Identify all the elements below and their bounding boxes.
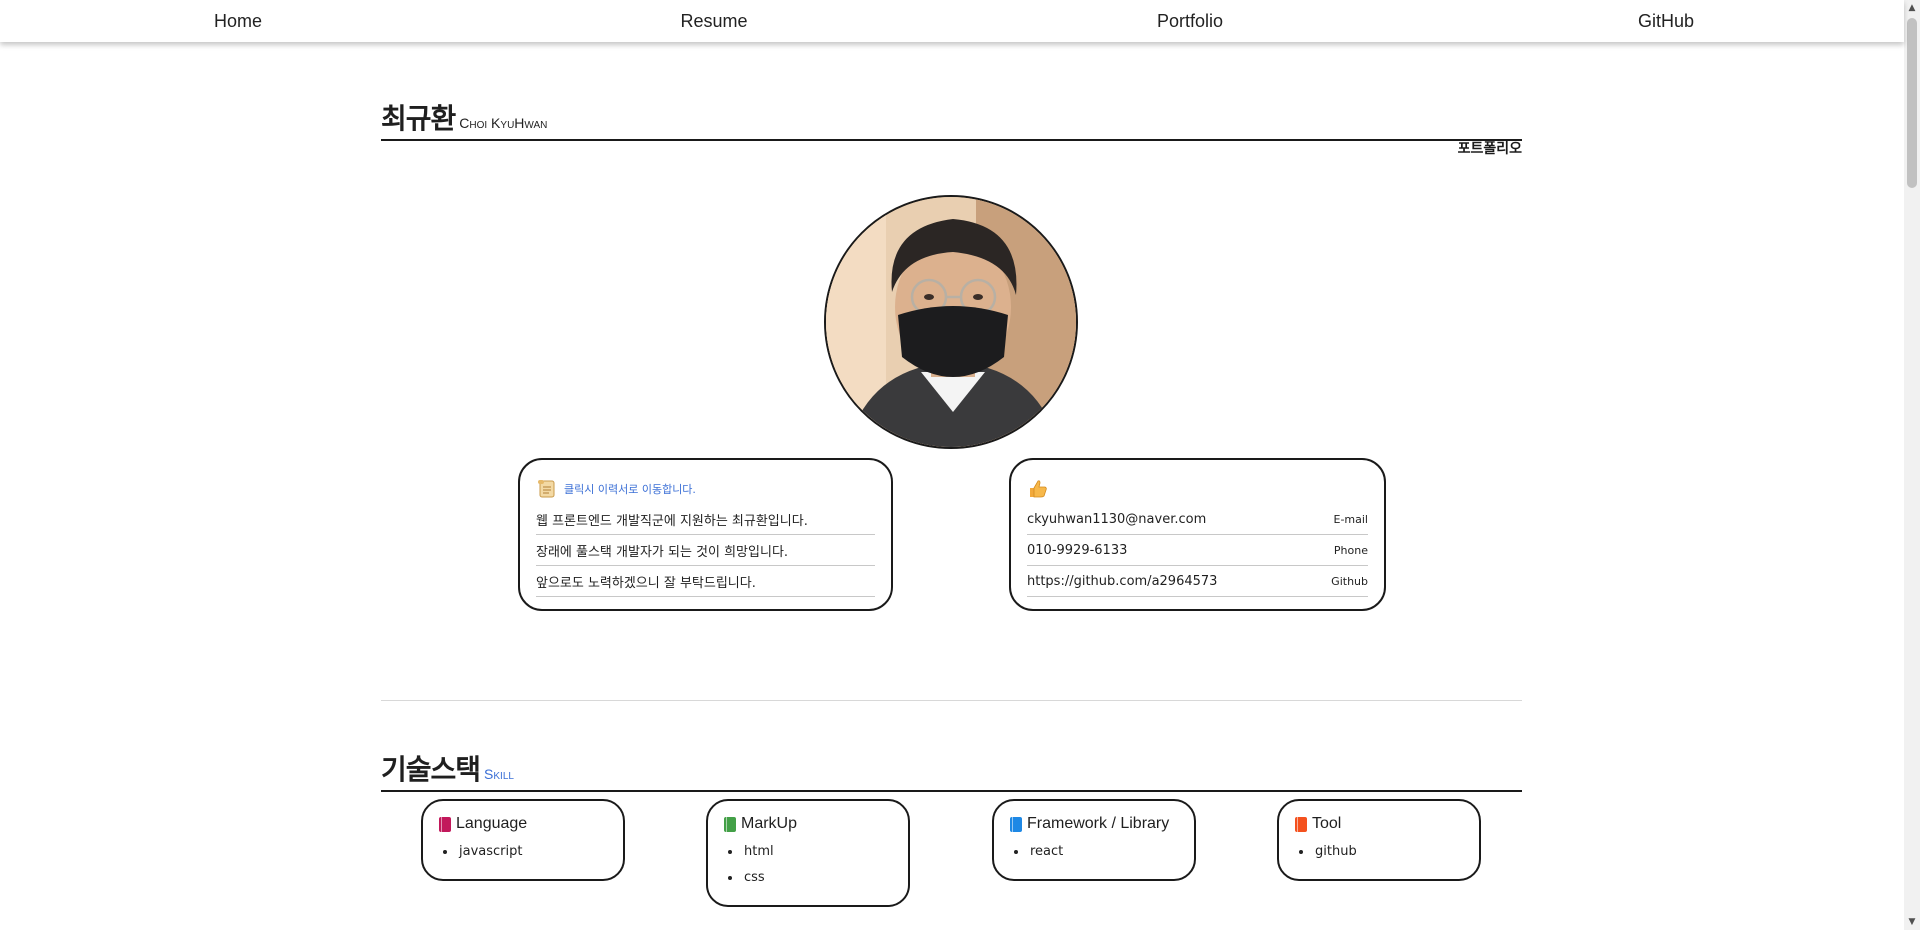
skill-header: 기술스택 Skill (381, 748, 1522, 792)
page-scrollbar[interactable]: ▲ ▼ (1904, 0, 1920, 930)
nav-home-link[interactable]: Home (0, 11, 476, 32)
intro-line-text: 장래에 풀스택 개발자가 되는 것이 희망입니다. (536, 544, 789, 560)
nav-portfolio-link[interactable]: Portfolio (952, 11, 1428, 32)
skill-card-markup: MarkUp html css (706, 799, 910, 907)
thumbs-up-icon (1030, 480, 1047, 498)
skill-card-title: Framework / Library (1010, 815, 1178, 833)
section-divider (381, 700, 1522, 701)
portfolio-link[interactable]: 포트폴리오 (1458, 138, 1522, 158)
skill-item: html (724, 843, 892, 869)
intro-line-text: 웹 프론트엔드 개발직군에 지원하는 최규환입니다. (536, 513, 808, 529)
intro-card-header: 클릭시 이력서로 이동합니다. (536, 474, 875, 504)
skill-title-english: Skill (484, 766, 514, 782)
skill-list: github (1295, 843, 1463, 869)
skill-card-title-text: Tool (1312, 815, 1342, 832)
intro-line: 장래에 풀스택 개발자가 되는 것이 희망입니다. (536, 535, 875, 566)
name-korean: 최규환 (381, 102, 456, 135)
phone-value[interactable]: 010-9929-6133 (1027, 543, 1127, 558)
intro-line-text: 앞으로도 노력하겠으니 잘 부탁드립니다. (536, 575, 756, 591)
contact-phone-row: 010-9929-6133 Phone (1027, 535, 1368, 566)
skill-item: javascript (439, 843, 607, 869)
skill-title-korean: 기술스택 (381, 753, 481, 786)
contact-email-row: ckyuhwan1130@naver.com E-mail (1027, 504, 1368, 535)
github-label: Github (1331, 574, 1368, 588)
email-value[interactable]: ckyuhwan1130@naver.com (1027, 512, 1206, 527)
nav-resume-link[interactable]: Resume (476, 11, 952, 32)
skill-list: javascript (439, 843, 607, 869)
profile-header: 최규환 Choi KyuHwan (381, 97, 1522, 141)
red-book-icon (439, 816, 451, 832)
intro-line: 앞으로도 노력하겠으니 잘 부탁드립니다. (536, 566, 875, 597)
skill-list: html css (724, 843, 892, 895)
scroll-down-icon[interactable]: ▼ (1904, 914, 1920, 930)
resume-link-text[interactable]: 클릭시 이력서로 이동합니다. (564, 481, 696, 497)
scroll-up-icon[interactable]: ▲ (1904, 0, 1920, 16)
intro-line: 웹 프론트엔드 개발직군에 지원하는 최규환입니다. (536, 504, 875, 535)
top-nav: Home Resume Portfolio GitHub (0, 0, 1904, 42)
skill-card-tool: Tool github (1277, 799, 1481, 881)
skill-item: github (1295, 843, 1463, 869)
skill-card-framework: Framework / Library react (992, 799, 1196, 881)
skill-card-title: Tool (1295, 815, 1463, 833)
orange-book-icon (1295, 816, 1307, 832)
phone-label: Phone (1333, 543, 1368, 557)
skill-card-title-text: Language (456, 815, 528, 832)
skill-card-title-text: Framework / Library (1027, 815, 1170, 832)
intro-card[interactable]: 클릭시 이력서로 이동합니다. 웹 프론트엔드 개발직군에 지원하는 최규환입니… (518, 458, 893, 611)
green-book-icon (724, 816, 736, 832)
skill-card-language: Language javascript (421, 799, 625, 881)
skill-card-title: MarkUp (724, 815, 892, 833)
skill-card-title-text: MarkUp (741, 815, 798, 832)
contact-card-header (1027, 474, 1368, 504)
scrollbar-thumb[interactable] (1907, 18, 1917, 188)
scroll-icon (538, 480, 555, 498)
skill-item: css (724, 869, 892, 895)
github-value[interactable]: https://github.com/a2964573 (1027, 574, 1217, 589)
name-english: Choi KyuHwan (459, 115, 548, 131)
contact-github-row: https://github.com/a2964573 Github (1027, 566, 1368, 597)
profile-avatar (824, 195, 1078, 449)
nav-github-link[interactable]: GitHub (1428, 11, 1904, 32)
person-photo-icon (826, 197, 1076, 447)
email-label: E-mail (1333, 512, 1369, 526)
contact-card: ckyuhwan1130@naver.com E-mail 010-9929-6… (1009, 458, 1386, 611)
blue-book-icon (1010, 816, 1022, 832)
skill-card-title: Language (439, 815, 607, 833)
skill-item: react (1010, 843, 1178, 869)
skill-list: react (1010, 843, 1178, 869)
